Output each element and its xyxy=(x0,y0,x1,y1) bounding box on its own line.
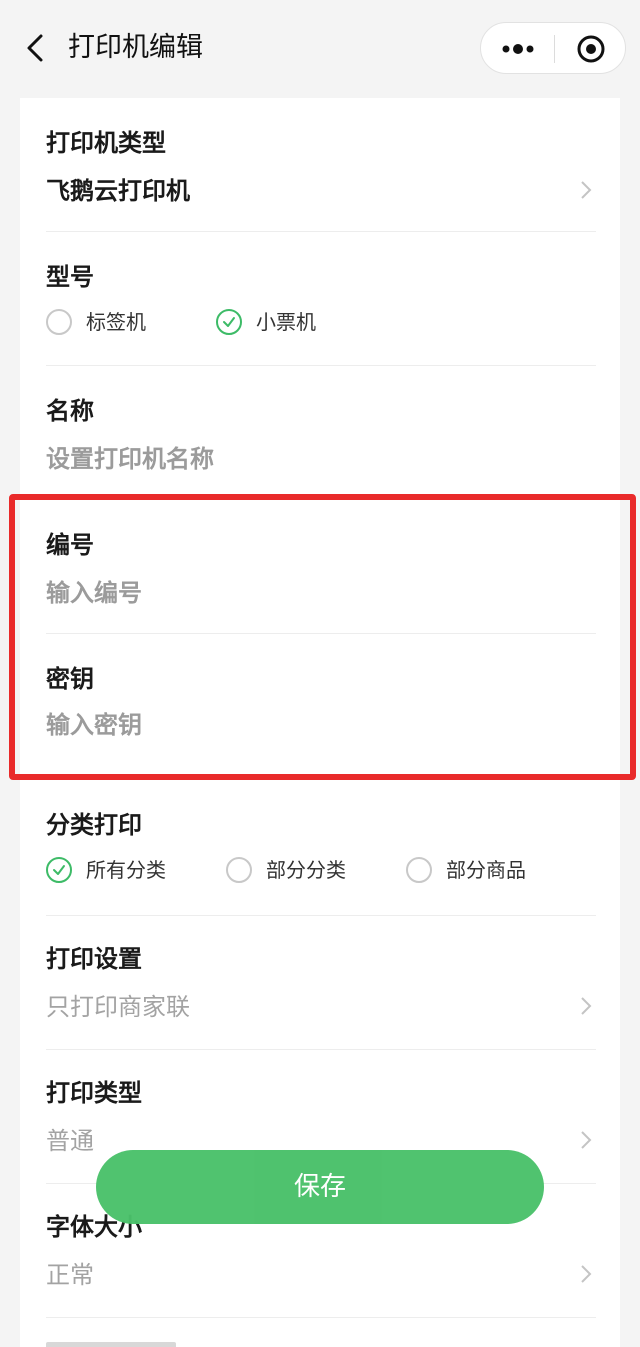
secret-input[interactable]: 输入密钥 xyxy=(46,710,142,740)
chevron-right-icon xyxy=(581,1131,592,1149)
radio-unchecked-icon xyxy=(406,857,432,883)
page-title: 打印机编辑 xyxy=(68,32,203,63)
category-option-label: 部分分类 xyxy=(266,858,346,882)
category-option-label: 部分商品 xyxy=(446,858,526,882)
radio-checked-icon xyxy=(46,857,72,883)
print-settings-label: 打印设置 xyxy=(46,945,142,973)
category-print-row: 分类打印 所有分类 部分分类 部分商品 xyxy=(46,768,596,916)
close-miniprogram-button[interactable] xyxy=(555,23,627,75)
name-label: 名称 xyxy=(46,397,94,425)
serial-input[interactable]: 输入编号 xyxy=(46,578,142,608)
printer-type-row[interactable]: 打印机类型 飞鹅云打印机 xyxy=(46,98,596,232)
secret-row: 密钥 输入密钥 xyxy=(46,634,596,768)
category-print-radio-group: 所有分类 部分分类 部分商品 xyxy=(46,857,526,883)
more-dots-icon xyxy=(502,44,533,54)
model-label: 型号 xyxy=(46,263,94,291)
next-row-partial xyxy=(46,1332,596,1347)
chevron-right-icon xyxy=(581,1265,592,1283)
font-size-value: 正常 xyxy=(46,1261,94,1289)
more-button[interactable] xyxy=(481,23,554,75)
model-option-receipt-printer[interactable]: 小票机 xyxy=(216,309,316,335)
category-option-products[interactable]: 部分商品 xyxy=(406,857,526,883)
back-button[interactable] xyxy=(18,30,54,66)
print-type-label: 打印类型 xyxy=(46,1079,142,1107)
radio-unchecked-icon xyxy=(46,309,72,335)
model-row: 型号 标签机 小票机 xyxy=(46,232,596,366)
print-settings-row[interactable]: 打印设置 只打印商家联 xyxy=(46,916,596,1050)
model-option-label: 标签机 xyxy=(86,310,146,334)
radio-unchecked-icon xyxy=(226,857,252,883)
category-option-all[interactable]: 所有分类 xyxy=(46,857,226,883)
model-option-label: 小票机 xyxy=(256,310,316,334)
model-radio-group: 标签机 小票机 xyxy=(46,309,316,335)
name-row: 名称 设置打印机名称 xyxy=(46,366,596,500)
serial-row: 编号 输入编号 xyxy=(46,500,596,634)
chevron-right-icon xyxy=(581,997,592,1015)
model-option-label-printer[interactable]: 标签机 xyxy=(46,309,216,335)
save-button[interactable]: 保存 xyxy=(96,1150,544,1224)
serial-label: 编号 xyxy=(46,531,94,559)
print-type-value: 普通 xyxy=(46,1127,94,1155)
name-input[interactable]: 设置打印机名称 xyxy=(46,444,214,474)
secret-label: 密钥 xyxy=(46,665,94,693)
next-row-label-partial xyxy=(46,1342,176,1347)
category-option-label: 所有分类 xyxy=(86,858,166,882)
chevron-right-icon xyxy=(581,181,592,199)
printer-type-value: 飞鹅云打印机 xyxy=(46,177,190,205)
mini-program-capsule xyxy=(480,22,626,74)
category-print-label: 分类打印 xyxy=(46,811,142,839)
radio-checked-icon xyxy=(216,309,242,335)
category-option-partial[interactable]: 部分分类 xyxy=(226,857,406,883)
navigation-bar: 打印机编辑 xyxy=(0,0,640,96)
printer-type-label: 打印机类型 xyxy=(46,129,166,157)
target-close-icon xyxy=(577,35,605,63)
print-settings-value: 只打印商家联 xyxy=(46,993,190,1021)
chevron-left-icon xyxy=(27,34,43,62)
